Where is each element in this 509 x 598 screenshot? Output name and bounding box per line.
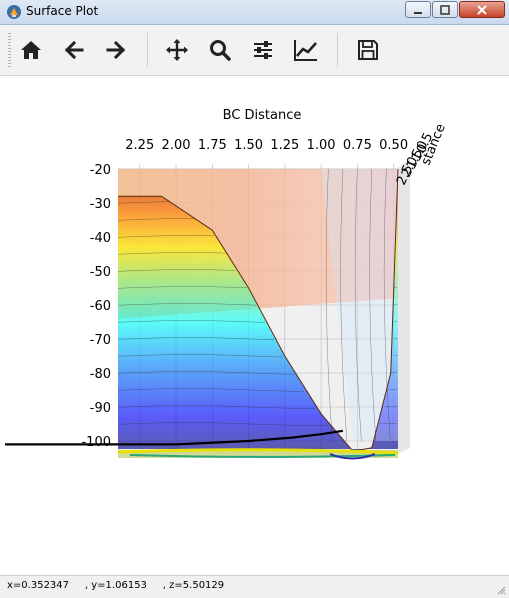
- x-tick-label: 1.25: [270, 138, 299, 153]
- pan-icon: [166, 39, 188, 61]
- zoom-icon: [210, 40, 231, 61]
- z-tick-label: -80: [90, 367, 111, 382]
- window-titlebar: Surface Plot: [0, 0, 509, 25]
- back-button[interactable]: [58, 34, 90, 66]
- axes-edit-icon: [294, 40, 317, 61]
- x-axis-ticks: 2.25 2.00 1.75 1.50 1.25 1.00 0.75 0.50: [125, 138, 408, 153]
- z-tick-label: -20: [90, 163, 111, 178]
- x-tick-label: 1.75: [198, 138, 227, 153]
- x-tick-label: 2.00: [162, 138, 191, 153]
- maximize-button[interactable]: [432, 1, 458, 18]
- resize-grip-icon[interactable]: [496, 585, 506, 595]
- projected-contour-strip: [117, 448, 399, 460]
- forward-button[interactable]: [100, 34, 132, 66]
- home-icon: [21, 41, 41, 59]
- z-tick-label: -50: [90, 265, 111, 280]
- toolbar-separator: [147, 33, 148, 67]
- plot-canvas[interactable]: 2.25 2.00 1.75 1.50 1.25 1.00 0.75 0.50 -20 -30-…: [0, 76, 509, 574]
- z-tick-label: -40: [90, 231, 111, 246]
- cursor-coordinates: x=0.352347 , y=1.06153 , z=5.50129: [7, 580, 225, 591]
- app-icon: [7, 5, 21, 19]
- toolbar-separator: [337, 33, 338, 67]
- z-axis-ticks: -20 -30 -40 -50 -60 -70 -80 -90 -100: [81, 163, 111, 450]
- window-title: Surface Plot: [26, 4, 99, 18]
- z-tick-label: -70: [90, 333, 111, 348]
- forward-arrow-icon: [106, 40, 126, 60]
- save-icon: [358, 40, 378, 60]
- surface-plot[interactable]: 2.25 2.00 1.75 1.50 1.25 1.00 0.75 0.50 -20-30-…: [0, 76, 509, 574]
- customize-button[interactable]: [290, 34, 322, 66]
- x-tick-label: 0.50: [379, 138, 408, 153]
- subplots-button[interactable]: [247, 34, 279, 66]
- x-tick-label: 0.75: [343, 138, 372, 153]
- minimize-button[interactable]: [405, 1, 431, 18]
- navigation-toolbar: [0, 25, 509, 76]
- x-tick-label: 2.25: [125, 138, 154, 153]
- close-icon: [477, 4, 487, 15]
- zoom-button[interactable]: [204, 34, 236, 66]
- x-axis-label: BC Distance: [223, 108, 302, 123]
- pan-button[interactable]: [161, 34, 193, 66]
- x-tick-label: 1.50: [234, 138, 263, 153]
- status-bar: x=0.352347 , y=1.06153 , z=5.50129: [0, 575, 509, 598]
- z-tick-label: -30: [90, 197, 111, 212]
- z-tick-label: -60: [90, 299, 111, 314]
- save-button[interactable]: [352, 34, 384, 66]
- home-button[interactable]: [15, 34, 47, 66]
- close-button[interactable]: [459, 1, 505, 18]
- x-tick-label: 1.00: [307, 138, 336, 153]
- z-tick-label: -90: [90, 401, 111, 416]
- back-arrow-icon: [64, 40, 84, 60]
- maximize-icon: [440, 4, 450, 15]
- minimize-icon: [414, 11, 422, 14]
- toolbar-grip[interactable]: [8, 33, 11, 67]
- z-tick-label: -100: [81, 435, 111, 450]
- subplots-config-icon: [254, 41, 272, 59]
